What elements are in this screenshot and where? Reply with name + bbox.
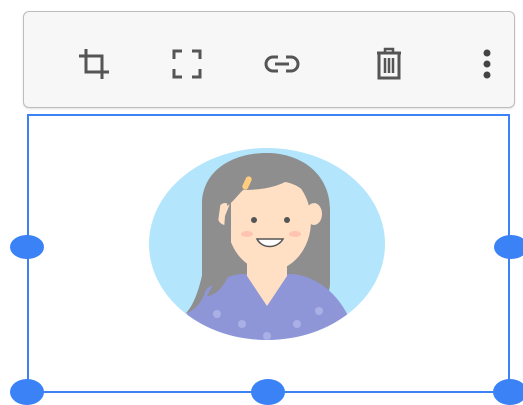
image-toolbar xyxy=(23,11,515,108)
more-options-button[interactable] xyxy=(465,42,509,86)
resize-handle-bottom[interactable] xyxy=(251,379,285,405)
more-vertical-icon xyxy=(483,49,491,79)
delete-button[interactable] xyxy=(367,42,411,86)
expand-icon xyxy=(172,49,202,79)
crop-icon xyxy=(79,49,109,79)
expand-button[interactable] xyxy=(165,42,209,86)
resize-handle-left[interactable] xyxy=(10,235,44,259)
image-editor-canvas xyxy=(0,0,523,405)
resize-handle-bottom-left[interactable] xyxy=(10,379,44,405)
resize-handle-bottom-right[interactable] xyxy=(493,379,523,405)
avatar-image xyxy=(147,146,387,342)
link-icon xyxy=(264,55,300,73)
resize-handle-right[interactable] xyxy=(494,235,523,259)
trash-icon xyxy=(377,47,401,80)
link-button[interactable] xyxy=(260,42,304,86)
crop-button[interactable] xyxy=(72,42,116,86)
